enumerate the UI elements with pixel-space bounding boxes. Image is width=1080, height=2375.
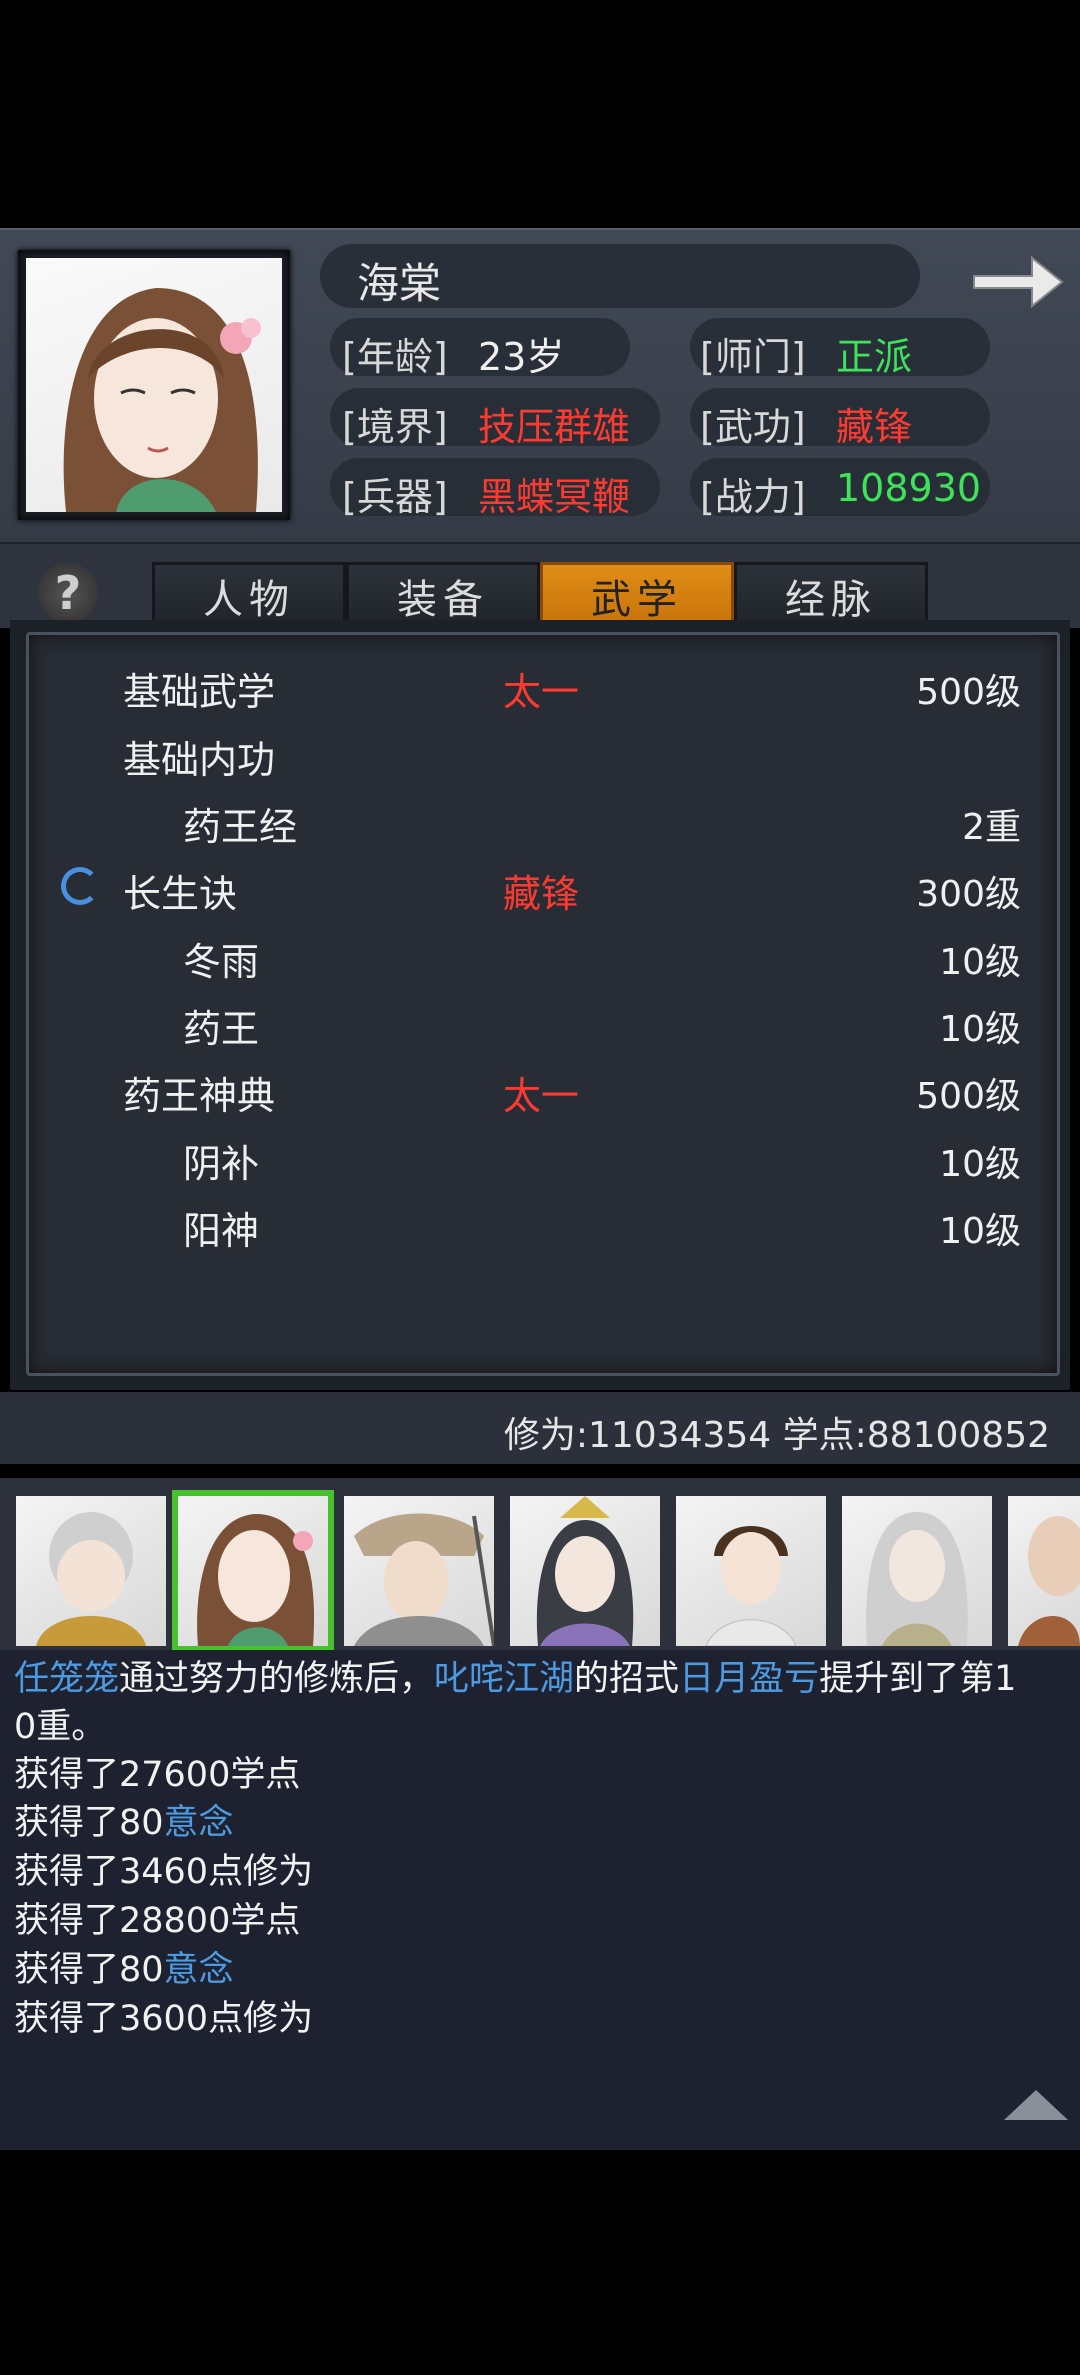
skill-row[interactable]: 阴补 10级 <box>29 1127 1057 1187</box>
log-text: 的招式 <box>574 1659 680 1699</box>
log-highlight: 意念 <box>163 1803 234 1843</box>
log-line: 获得了80意念 <box>14 1794 234 1845</box>
power-value: 108930 <box>836 466 982 510</box>
scroll-up-icon[interactable] <box>1004 2090 1068 2120</box>
party-member-portrait[interactable] <box>676 1496 826 1646</box>
skill-row[interactable]: 药王 10级 <box>29 992 1057 1052</box>
loading-spinner-icon <box>61 867 99 905</box>
skill-level: 10级 <box>939 1009 1021 1050</box>
weapon-value: 黑蝶冥鞭 <box>478 475 631 519</box>
skill-name: 阴补 <box>183 1142 260 1186</box>
log-line: 0重。 <box>14 1707 107 1747</box>
age-value: 23岁 <box>478 335 565 379</box>
realm-value: 技压群雄 <box>478 405 631 449</box>
cultivation-and-points: 修为:11034354 学点:88100852 <box>503 1415 1050 1456</box>
warrior-portrait <box>354 1513 494 1646</box>
party-member-portrait-selected[interactable] <box>172 1490 334 1652</box>
skill-row[interactable]: 基础内功 <box>29 723 1057 783</box>
skill-level: 10级 <box>939 942 1021 983</box>
skill-name: 基础内功 <box>123 738 276 782</box>
party-member-portrait[interactable] <box>344 1496 494 1646</box>
skill-level: 500级 <box>916 1076 1021 1117</box>
skill-level: 10级 <box>939 1211 1021 1252</box>
monk-elder-portrait <box>1018 1516 1080 1646</box>
arrow-right-icon[interactable] <box>970 250 1066 314</box>
log-text: 获得了80 <box>14 1803 164 1843</box>
party-member-portrait[interactable] <box>16 1496 166 1646</box>
skill-name: 基础武学 <box>123 670 276 714</box>
skill-level: 500级 <box>916 672 1021 713</box>
sect-value: 正派 <box>836 335 913 379</box>
party-member-portrait[interactable] <box>510 1496 660 1646</box>
skill-list: 基础武学 太一 500级 基础内功 药王经 2重 长生诀 藏锋 300级 冬雨 … <box>26 632 1060 1376</box>
skill-row[interactable]: 冬雨 10级 <box>29 925 1057 985</box>
log-line: 任笼笼通过努力的修炼后，叱咤江湖的招式日月盈亏提升到了第1 <box>14 1650 1016 1701</box>
realm-label: [境界] <box>342 405 448 449</box>
skill-row[interactable]: 阳神 10级 <box>29 1194 1057 1254</box>
log-line: 获得了80意念 <box>14 1941 234 1992</box>
skill-name: 冬雨 <box>183 940 260 984</box>
skill-rank: 藏锋 <box>503 872 580 916</box>
skill-name: 药王 <box>183 1007 260 1051</box>
skill-level: 10级 <box>939 1144 1021 1185</box>
skill-name: 阳神 <box>183 1209 260 1253</box>
age-label: [年龄] <box>342 335 448 379</box>
log-move: 日月盈亏 <box>679 1659 820 1699</box>
skill-name: 长生诀 <box>123 872 238 916</box>
haitang-portrait <box>197 1514 315 1646</box>
log-skill: 叱咤江湖 <box>434 1659 575 1699</box>
log-line: 获得了28800学点 <box>14 1901 301 1941</box>
log-highlight: 意念 <box>163 1950 234 1990</box>
log-text: 获得了80 <box>14 1950 164 1990</box>
skill-row[interactable]: 长生诀 藏锋 300级 <box>29 857 1057 917</box>
elder-portrait <box>866 1512 968 1646</box>
girl-portrait <box>705 1526 797 1646</box>
weapon-label: [兵器] <box>342 475 448 519</box>
power-label: [战力] <box>700 475 806 519</box>
party-member-portrait-partial[interactable] <box>1008 1496 1080 1646</box>
party-member-portrait[interactable] <box>842 1496 992 1646</box>
skill-level: 2重 <box>962 807 1021 848</box>
priestess-portrait <box>536 1496 634 1646</box>
message-log[interactable]: 任笼笼通过努力的修炼后，叱咤江湖的招式日月盈亏提升到了第1 0重。 获得了276… <box>0 1650 1080 2150</box>
skill-name: 药王经 <box>183 805 298 849</box>
log-line: 获得了3460点修为 <box>14 1852 314 1892</box>
log-line: 获得了3600点修为 <box>14 1999 314 2039</box>
character-name: 海棠 <box>357 259 442 308</box>
martial-value: 藏锋 <box>836 405 913 449</box>
log-character: 任笼笼 <box>14 1659 120 1699</box>
portrait-illustration <box>63 288 261 512</box>
skill-row[interactable]: 药王经 2重 <box>29 790 1057 850</box>
character-panel: 海棠 [年龄] 23岁 [师门] 正派 [境界] 技压群雄 [武功] 藏锋 [兵… <box>0 228 1080 544</box>
skill-row[interactable]: 基础武学 太一 500级 <box>29 655 1057 715</box>
sect-label: [师门] <box>700 335 806 379</box>
character-portrait[interactable] <box>18 250 290 520</box>
help-icon[interactable]: ? <box>38 563 98 623</box>
log-text: 提升到了第1 <box>819 1659 1017 1699</box>
skill-name: 药王神典 <box>123 1074 276 1118</box>
log-text: 通过努力的修炼后， <box>119 1659 435 1699</box>
log-line: 获得了27600学点 <box>14 1755 301 1795</box>
skill-rank: 太一 <box>503 1074 580 1118</box>
skill-rank: 太一 <box>503 670 580 714</box>
martial-label: [武功] <box>700 405 806 449</box>
monk-portrait <box>36 1512 146 1646</box>
skill-row[interactable]: 药王神典 太一 500级 <box>29 1059 1057 1119</box>
skill-level: 300级 <box>916 874 1021 915</box>
